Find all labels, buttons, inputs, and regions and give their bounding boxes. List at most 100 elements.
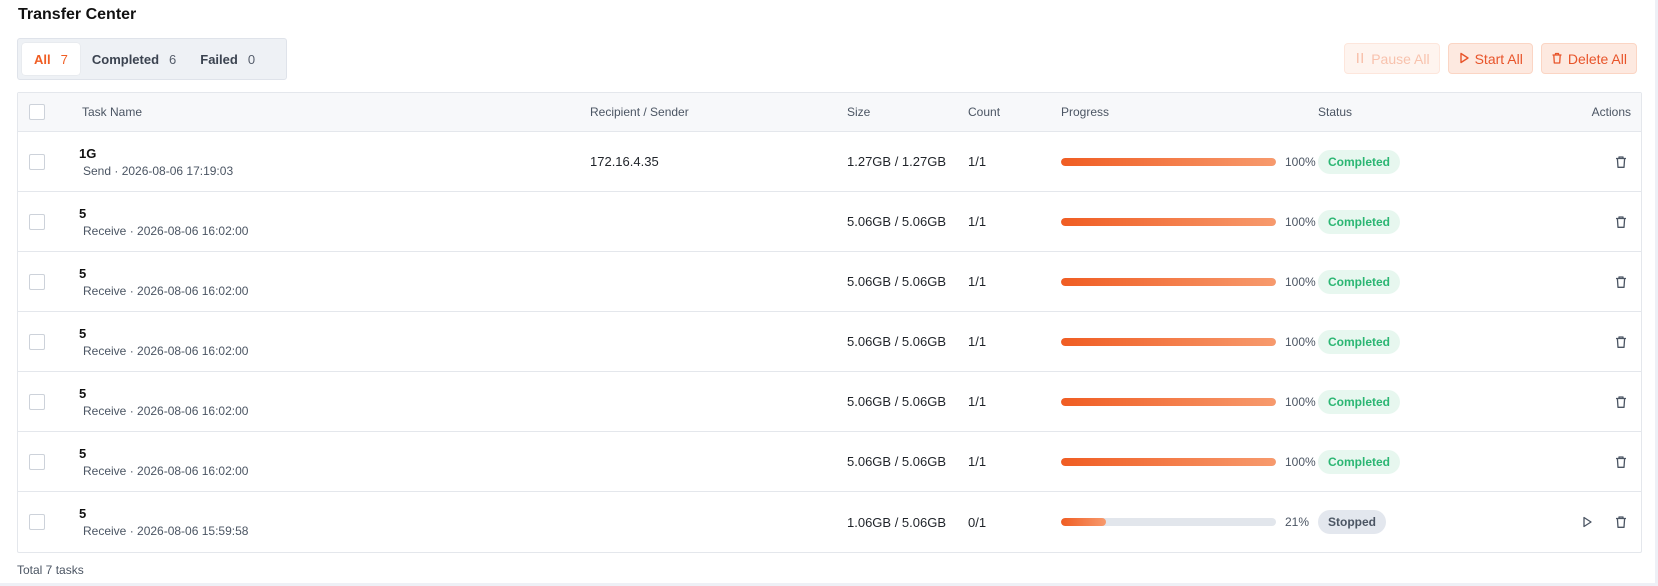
- progress-text: 100%: [1285, 454, 1316, 469]
- start-all-button[interactable]: Start All: [1447, 43, 1533, 74]
- count-value: 0/1: [968, 514, 987, 530]
- trash-icon[interactable]: [1613, 154, 1629, 170]
- trash-icon: [1551, 51, 1563, 67]
- size-value: 5.06GB / 5.06GB: [847, 454, 947, 469]
- status-badge: Completed: [1318, 389, 1401, 414]
- task-subtitle: Receive · 2026-08-06 16:02:00: [83, 223, 249, 238]
- filter-tabs: All 7 Completed 6 Failed 0: [17, 38, 287, 80]
- row-checkbox[interactable]: [29, 333, 45, 350]
- status-badge: Stopped: [1318, 510, 1386, 534]
- trash-icon[interactable]: [1613, 394, 1629, 410]
- progress-text: 100%: [1285, 334, 1316, 349]
- task-name: 5: [79, 385, 87, 401]
- column-header-progress: Progress: [1061, 105, 1110, 119]
- trash-icon[interactable]: [1613, 214, 1629, 230]
- pause-icon: [1354, 51, 1366, 67]
- row-checkbox[interactable]: [29, 153, 45, 170]
- page-title: Transfer Center: [18, 6, 137, 23]
- table-row: 1G Send · 2026-08-06 17:19:03 172.16.4.3…: [18, 132, 1641, 192]
- count-value: 1/1: [968, 274, 987, 289]
- table-row: 5 Receive · 2026-08-06 16:02:00 5.06GB /…: [18, 312, 1641, 372]
- recipient-sender: 172.16.4.35: [590, 154, 659, 169]
- table-header: Task Name Recipient / Sender Size Count …: [18, 93, 1641, 132]
- status-badge: Completed: [1318, 149, 1401, 174]
- size-value: 1.06GB / 5.06GB: [847, 514, 947, 530]
- status-badge: Completed: [1318, 269, 1401, 294]
- trash-icon[interactable]: [1613, 514, 1629, 530]
- progress-fill: [1061, 277, 1276, 286]
- table-row: 5 Receive · 2026-08-06 16:02:00 5.06GB /…: [18, 192, 1641, 252]
- tab-label: Completed: [91, 51, 160, 67]
- table-row: 5 Receive · 2026-08-06 16:02:00 5.06GB /…: [18, 252, 1641, 312]
- task-name: 5: [79, 205, 87, 221]
- progress-fill: [1061, 457, 1276, 466]
- count-value: 1/1: [968, 334, 987, 349]
- progress-fill: [1061, 157, 1276, 166]
- select-all-checkbox[interactable]: [29, 104, 45, 120]
- tab-completed[interactable]: Completed 6: [80, 43, 188, 75]
- table-row: 5 Receive · 2026-08-06 16:02:00 5.06GB /…: [18, 432, 1641, 492]
- column-header-recipient: Recipient / Sender: [590, 105, 689, 119]
- table-row: 5 Receive · 2026-08-06 15:59:58 1.06GB /…: [18, 492, 1641, 552]
- task-subtitle: Receive · 2026-08-06 16:02:00: [83, 283, 249, 298]
- trash-icon[interactable]: [1613, 334, 1629, 350]
- task-subtitle: Receive · 2026-08-06 16:02:00: [83, 343, 249, 358]
- task-subtitle: Send · 2026-08-06 17:19:03: [83, 163, 234, 178]
- progress-bar: [1061, 518, 1276, 526]
- progress-fill: [1061, 337, 1276, 346]
- column-header-actions: Actions: [1591, 105, 1631, 119]
- start-all-label: Start All: [1474, 50, 1523, 67]
- table-row: 5 Receive · 2026-08-06 16:02:00 5.06GB /…: [18, 372, 1641, 432]
- row-checkbox[interactable]: [29, 453, 45, 470]
- task-name: 5: [79, 265, 87, 281]
- delete-all-button[interactable]: Delete All: [1540, 43, 1637, 74]
- size-value: 1.27GB / 1.27GB: [847, 154, 947, 169]
- size-value: 5.06GB / 5.06GB: [847, 214, 947, 229]
- tab-failed[interactable]: Failed 0: [188, 43, 267, 75]
- size-value: 5.06GB / 5.06GB: [847, 334, 947, 349]
- progress-text: 100%: [1285, 394, 1316, 409]
- pause-all-button[interactable]: Pause All: [1344, 43, 1440, 74]
- count-value: 1/1: [968, 394, 987, 409]
- progress-bar: [1061, 217, 1276, 226]
- progress-text: 100%: [1285, 274, 1316, 289]
- trash-icon[interactable]: [1613, 454, 1629, 470]
- progress-text: 21%: [1285, 515, 1310, 529]
- progress-text: 100%: [1285, 214, 1316, 229]
- tab-label: Failed: [200, 51, 238, 67]
- pause-all-label: Pause All: [1371, 50, 1430, 67]
- progress-text: 100%: [1285, 154, 1316, 169]
- progress-bar: [1061, 157, 1276, 166]
- row-checkbox[interactable]: [29, 514, 45, 530]
- progress-bar: [1061, 457, 1276, 466]
- count-value: 1/1: [968, 154, 987, 169]
- row-checkbox[interactable]: [29, 273, 45, 290]
- row-checkbox[interactable]: [29, 213, 45, 230]
- play-icon[interactable]: [1579, 514, 1595, 530]
- tab-label: All: [34, 51, 51, 67]
- progress-bar: [1061, 397, 1276, 406]
- task-name: 5: [79, 325, 87, 341]
- task-name: 1G: [79, 145, 97, 161]
- task-subtitle: Receive · 2026-08-06 16:02:00: [83, 463, 249, 478]
- status-badge: Completed: [1318, 209, 1401, 234]
- tab-count: 7: [60, 51, 68, 67]
- task-subtitle: Receive · 2026-08-06 16:02:00: [83, 403, 249, 418]
- tab-all[interactable]: All 7: [22, 43, 80, 75]
- status-badge: Completed: [1318, 329, 1401, 354]
- column-header-size: Size: [847, 105, 871, 119]
- column-header-task-name: Task Name: [82, 105, 143, 119]
- column-header-status: Status: [1318, 105, 1353, 119]
- tab-count: 0: [247, 51, 256, 67]
- task-subtitle: Receive · 2026-08-06 15:59:58: [83, 524, 249, 538]
- size-value: 5.06GB / 5.06GB: [847, 394, 947, 409]
- row-checkbox[interactable]: [29, 393, 45, 410]
- table-body: 1G Send · 2026-08-06 17:19:03 172.16.4.3…: [18, 132, 1641, 552]
- transfer-table: Task Name Recipient / Sender Size Count …: [17, 92, 1642, 553]
- play-icon: [1458, 51, 1470, 67]
- task-name: 5: [79, 445, 87, 461]
- progress-bar: [1061, 337, 1276, 346]
- progress-bar: [1061, 277, 1276, 286]
- tab-count: 6: [169, 51, 177, 67]
- trash-icon[interactable]: [1613, 274, 1629, 290]
